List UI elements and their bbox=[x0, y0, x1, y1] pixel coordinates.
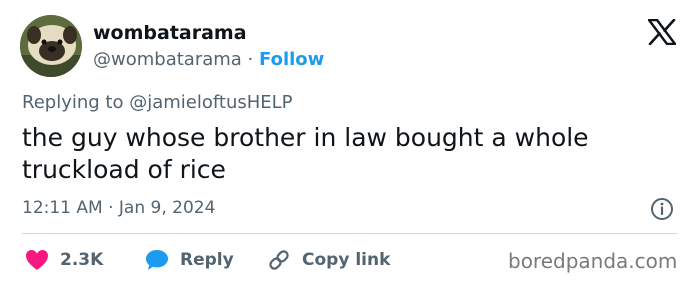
link-icon bbox=[269, 250, 289, 270]
reply-button[interactable]: Reply bbox=[144, 246, 234, 274]
like-button[interactable]: 2.3K bbox=[24, 246, 103, 274]
divider bbox=[22, 233, 678, 234]
timestamp[interactable]: 12:11 AM · Jan 9, 2024 bbox=[22, 198, 215, 218]
follow-button[interactable]: Follow bbox=[259, 49, 324, 70]
replying-to-prefix: Replying to bbox=[22, 92, 124, 113]
handle[interactable]: @wombatarama bbox=[93, 49, 242, 70]
separator-dot: · bbox=[247, 49, 254, 70]
x-logo-icon[interactable] bbox=[647, 18, 677, 46]
tweet-text: the guy whose brother in law bought a wh… bbox=[22, 123, 589, 184]
replying-to-mention[interactable]: @jamieloftusHELP bbox=[129, 92, 292, 113]
copy-link-button[interactable]: Copy link bbox=[266, 246, 390, 274]
copy-link-label: Copy link bbox=[302, 250, 391, 270]
like-count: 2.3K bbox=[60, 250, 104, 270]
speech-bubble-icon bbox=[146, 250, 168, 270]
info-icon[interactable] bbox=[650, 197, 674, 221]
reply-label: Reply bbox=[180, 250, 234, 270]
watermark: boredpanda.com bbox=[508, 249, 678, 273]
replying-to: Replying to @jamieloftusHELP bbox=[22, 92, 293, 113]
display-name[interactable]: wombatarama bbox=[93, 22, 247, 44]
heart-icon bbox=[26, 250, 48, 270]
handle-row: @wombatarama · Follow bbox=[93, 49, 324, 70]
avatar[interactable] bbox=[20, 15, 82, 77]
